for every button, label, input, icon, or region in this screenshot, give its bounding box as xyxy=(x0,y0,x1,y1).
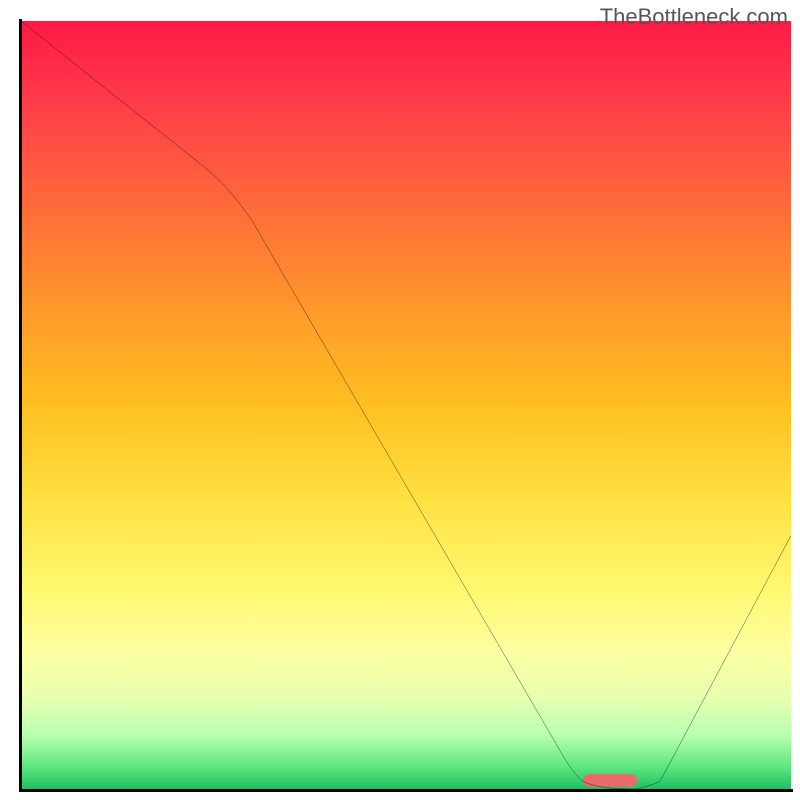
watermark-text: TheBottleneck.com xyxy=(600,4,788,30)
y-axis xyxy=(19,19,22,791)
curve-path xyxy=(21,21,791,789)
chart-plot-area xyxy=(21,21,791,789)
bottleneck-curve xyxy=(21,21,791,789)
x-axis xyxy=(19,789,793,792)
